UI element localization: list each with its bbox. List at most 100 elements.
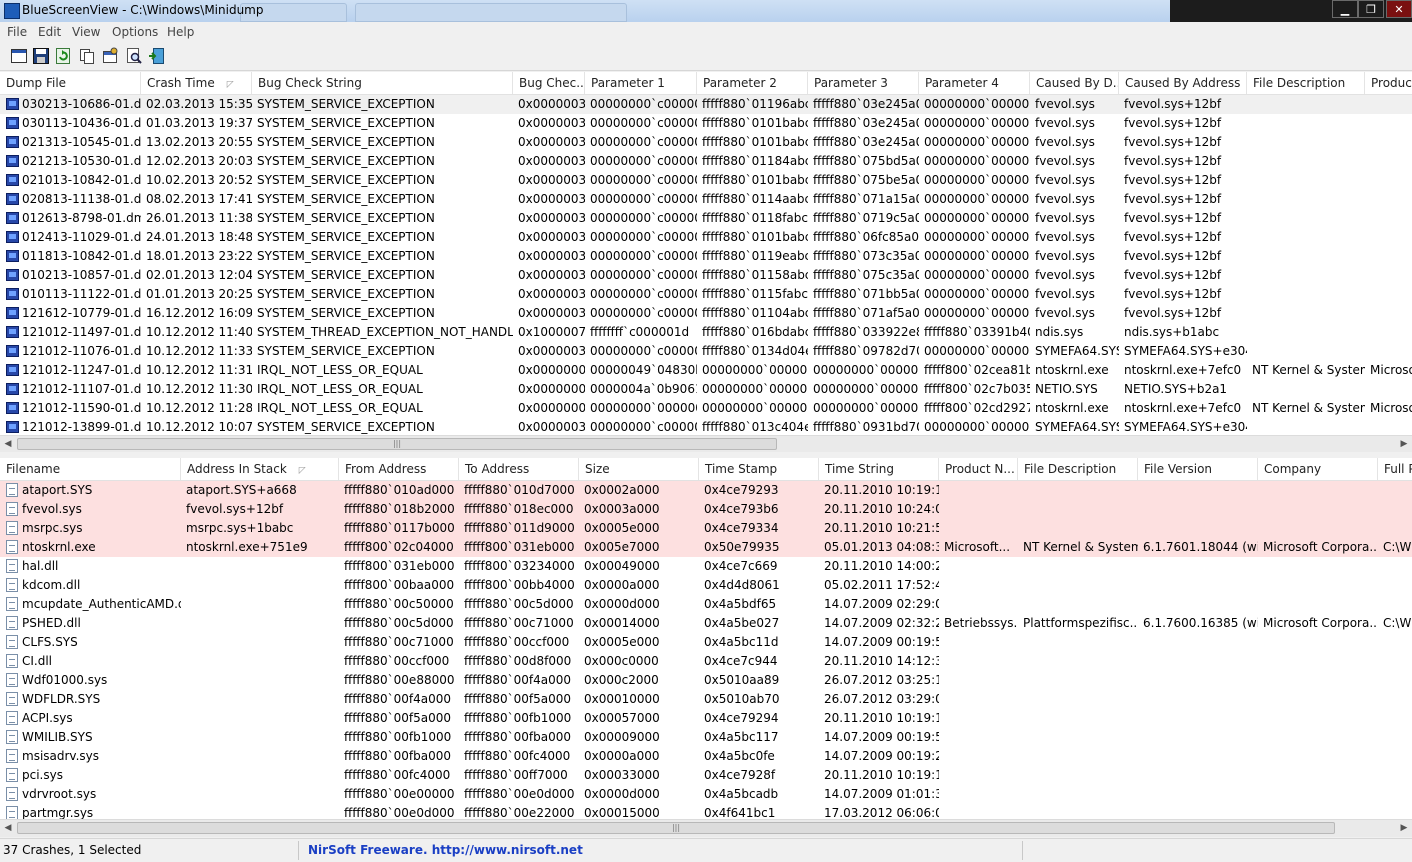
crash-row[interactable]: 121012-13899-01.dmp 10.12.2012 10:07:54 SY…: [0, 418, 1412, 435]
column-header-address-in-stack[interactable]: Address In Stack ◸: [181, 458, 339, 480]
driver-row[interactable]: WMILIB.SYS fffff880`00fb1000 fffff880`00fb…: [0, 728, 1412, 747]
cell-filename: ntoskrnl.exe: [22, 540, 96, 554]
crash-row[interactable]: 021313-10545-01.dmp 13.02.2013 20:55:22 SY…: [0, 133, 1412, 152]
crash-row[interactable]: 121012-11497-01.dmp 10.12.2012 11:40:53 SY…: [0, 323, 1412, 342]
cell-file-version: [1138, 804, 1258, 819]
driver-row[interactable]: mcupdate_AuthenticAMD.dll fffff880`00c500…: [0, 595, 1412, 614]
driver-row[interactable]: partmgr.sys fffff880`00e0d000 fffff880`00e…: [0, 804, 1412, 819]
crash-row[interactable]: 021013-10842-01.dmp 10.02.2013 20:52:32 SY…: [0, 171, 1412, 190]
crash-row[interactable]: 010213-10857-01.dmp 02.01.2013 12:04:00 SY…: [0, 266, 1412, 285]
driver-row[interactable]: ACPI.sys fffff880`00f5a000 fffff880`00fb10…: [0, 709, 1412, 728]
driver-list-horizontal-scrollbar[interactable]: ◀ ||| ▶: [0, 819, 1412, 837]
column-header-time-stamp[interactable]: Time Stamp: [699, 458, 819, 480]
crash-list-horizontal-scrollbar[interactable]: ◀ ||| ▶: [0, 435, 1412, 453]
driver-row[interactable]: pci.sys fffff880`00fc4000 fffff880`00ff700…: [0, 766, 1412, 785]
cell-parameter-4: 00000000`00000000: [924, 116, 1030, 130]
menu-view[interactable]: View: [72, 25, 100, 39]
html-report-icon[interactable]: [10, 47, 28, 65]
driver-row[interactable]: CI.dll fffff880`00ccf000 fffff880`00d8f000…: [0, 652, 1412, 671]
exit-icon[interactable]: [148, 47, 166, 65]
column-header-size[interactable]: Size: [579, 458, 699, 480]
column-header-product-n[interactable]: Product N...: [939, 458, 1018, 480]
menu-file[interactable]: File: [7, 25, 27, 39]
cell-full-p: [1378, 576, 1412, 595]
column-header-file-version[interactable]: File Version: [1138, 458, 1258, 480]
crash-row[interactable]: 011813-10842-01.dmp 18.01.2013 23:22:59 SY…: [0, 247, 1412, 266]
driver-row[interactable]: ntoskrnl.exe ntoskrnl.exe+751e9 fffff800`0…: [0, 538, 1412, 557]
scroll-right-arrow[interactable]: ▶: [1396, 436, 1412, 453]
column-header-time-string[interactable]: Time String: [819, 458, 939, 480]
crash-row[interactable]: 020813-11138-01.dmp 08.02.2013 17:41:30 SY…: [0, 190, 1412, 209]
cell-from-address: fffff880`00e88000: [344, 673, 455, 687]
nirsoft-link[interactable]: NirSoft Freeware. http://www.nirsoft.net: [308, 843, 583, 857]
crash-row[interactable]: 021213-10530-01.dmp 12.02.2013 20:03:25 SY…: [0, 152, 1412, 171]
column-header-label: Time String: [825, 462, 894, 476]
driver-row[interactable]: Wdf01000.sys fffff880`00e88000 fffff880`00…: [0, 671, 1412, 690]
driver-row[interactable]: WDFLDR.SYS fffff880`00f4a000 fffff880`00f5…: [0, 690, 1412, 709]
driver-row[interactable]: vdrvroot.sys fffff880`00e00000 fffff880`00…: [0, 785, 1412, 804]
cell-crash-time: 08.02.2013 17:41:30: [146, 192, 252, 206]
cell-parameter-1: 00000000`c0000005: [590, 420, 697, 434]
save-icon[interactable]: [32, 47, 50, 65]
scrollbar-thumb[interactable]: |||: [17, 438, 777, 450]
minimize-button[interactable]: ▁: [1332, 0, 1358, 18]
column-header-product[interactable]: Product: [1365, 72, 1412, 94]
crash-row[interactable]: 121012-11107-01.dmp 10.12.2012 11:30:17 IR…: [0, 380, 1412, 399]
maximize-button[interactable]: ❐: [1358, 0, 1384, 18]
driver-row[interactable]: ataport.SYS ataport.SYS+a668 fffff880`010a…: [0, 481, 1412, 500]
crash-row[interactable]: 030113-10436-01.dmp 01.03.2013 19:37:51 SY…: [0, 114, 1412, 133]
cell-caused-by-address: fvevol.sys+12bf: [1124, 97, 1222, 111]
crash-row[interactable]: 030213-10686-01.dmp 02.03.2013 15:35:35 SY…: [0, 95, 1412, 114]
column-header-parameter-4[interactable]: Parameter 4: [919, 72, 1030, 94]
column-header-company[interactable]: Company: [1258, 458, 1378, 480]
scroll-right-arrow[interactable]: ▶: [1396, 820, 1412, 837]
column-header-file-description[interactable]: File Description: [1018, 458, 1138, 480]
driver-row[interactable]: msrpc.sys msrpc.sys+1babc fffff880`0117b00…: [0, 519, 1412, 538]
crash-row[interactable]: 012613-8798-01.dmp 26.01.2013 11:38:59 SYS…: [0, 209, 1412, 228]
crash-row[interactable]: 010113-11122-01.dmp 01.01.2013 20:25:56 SY…: [0, 285, 1412, 304]
scrollbar-thumb[interactable]: |||: [17, 822, 1335, 834]
cell-parameter-2: fffff880`016bdabc: [702, 325, 808, 339]
menu-help[interactable]: Help: [167, 25, 194, 39]
column-header-caused-by-d[interactable]: Caused By D...: [1030, 72, 1119, 94]
crash-row[interactable]: 121612-10779-01.dmp 16.12.2012 16:09:13 SY…: [0, 304, 1412, 323]
column-header-bug-chec[interactable]: Bug Chec...: [513, 72, 585, 94]
scroll-left-arrow[interactable]: ◀: [0, 820, 16, 837]
column-header-filename[interactable]: Filename: [0, 458, 181, 480]
cell-file-version: [1138, 690, 1258, 709]
crash-row[interactable]: 012413-11029-01.dmp 24.01.2013 18:48:15 SY…: [0, 228, 1412, 247]
crash-row[interactable]: 121012-11590-01.dmp 10.12.2012 11:28:44 IR…: [0, 399, 1412, 418]
cell-from-address: fffff800`00baa000: [344, 578, 455, 592]
copy-icon[interactable]: [78, 47, 96, 65]
crash-row[interactable]: 121012-11247-01.dmp 10.12.2012 11:31:44 IR…: [0, 361, 1412, 380]
driver-row[interactable]: CLFS.SYS fffff880`00c71000 fffff880`00ccf0…: [0, 633, 1412, 652]
cell-parameter-2: fffff880`01158abc: [702, 268, 808, 282]
refresh-icon[interactable]: [54, 47, 72, 65]
scroll-left-arrow[interactable]: ◀: [0, 436, 16, 453]
cell-time-string: 26.07.2012 03:25:13: [824, 673, 939, 687]
driver-row[interactable]: msisadrv.sys fffff880`00fba000 fffff880`00…: [0, 747, 1412, 766]
column-header-from-address[interactable]: From Address: [339, 458, 459, 480]
close-button[interactable]: ✕: [1386, 0, 1412, 18]
column-header-parameter-3[interactable]: Parameter 3: [808, 72, 919, 94]
crash-row[interactable]: 121012-11076-01.dmp 10.12.2012 11:33:02 SY…: [0, 342, 1412, 361]
column-header-bug-check-string[interactable]: Bug Check String: [252, 72, 513, 94]
column-header-to-address[interactable]: To Address: [459, 458, 579, 480]
column-header-parameter-2[interactable]: Parameter 2: [697, 72, 808, 94]
cell-bug-check-string: SYSTEM_THREAD_EXCEPTION_NOT_HANDLED: [257, 325, 513, 339]
column-header-caused-by-address[interactable]: Caused By Address: [1119, 72, 1247, 94]
find-icon[interactable]: [125, 47, 143, 65]
column-header-file-description[interactable]: File Description: [1247, 72, 1365, 94]
menu-options[interactable]: Options: [112, 25, 158, 39]
driver-row[interactable]: PSHED.dll fffff880`00c5d000 fffff880`00c71…: [0, 614, 1412, 633]
column-header-full-p[interactable]: Full P: [1378, 458, 1412, 480]
driver-row[interactable]: fvevol.sys fvevol.sys+12bf fffff880`018b20…: [0, 500, 1412, 519]
driver-row[interactable]: kdcom.dll fffff800`00baa000 fffff800`00bb4…: [0, 576, 1412, 595]
driver-row[interactable]: hal.dll fffff800`031eb000 fffff800`0323400…: [0, 557, 1412, 576]
column-header-parameter-1[interactable]: Parameter 1: [585, 72, 697, 94]
column-header-dump-file[interactable]: Dump File: [0, 72, 141, 94]
properties-icon[interactable]: [101, 47, 119, 65]
cell-file-description: [1247, 133, 1365, 152]
column-header-crash-time[interactable]: Crash Time ◸: [141, 72, 252, 94]
menu-edit[interactable]: Edit: [38, 25, 61, 39]
